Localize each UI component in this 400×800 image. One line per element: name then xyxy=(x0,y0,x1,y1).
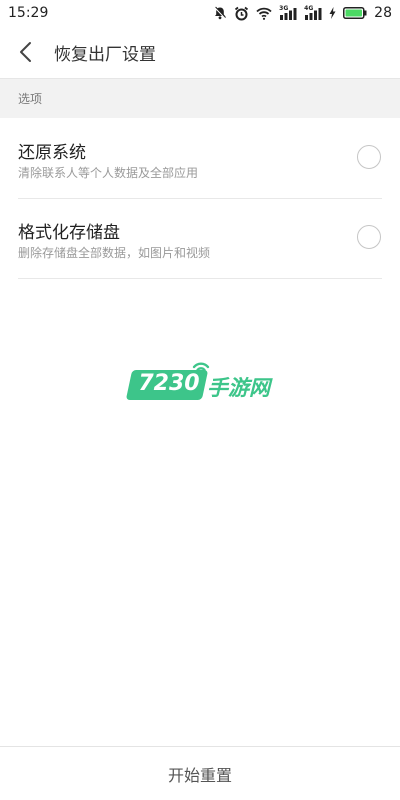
network-2-label: 4G xyxy=(304,5,314,12)
radio-format-storage[interactable] xyxy=(357,225,381,249)
option-subtitle: 删除存储盘全部数据，如图片和视频 xyxy=(18,246,211,260)
battery-icon xyxy=(343,7,367,19)
title-bar: 恢复出厂设置 xyxy=(0,26,400,78)
watermark-text: 手游网 xyxy=(207,376,270,400)
network-1-label: 3G xyxy=(279,5,289,12)
charging-icon xyxy=(329,7,336,19)
start-reset-button[interactable]: 开始重置 xyxy=(138,754,262,794)
option-title: 还原系统 xyxy=(18,143,86,163)
option-subtitle: 清除联系人等个人数据及全部应用 xyxy=(18,166,199,180)
bottom-bar: 开始重置 xyxy=(0,746,400,800)
alarm-icon xyxy=(235,6,249,20)
watermark-number: 7230 xyxy=(138,371,200,396)
divider xyxy=(18,278,382,279)
back-arrow-icon xyxy=(20,42,31,62)
section-label: 选项 xyxy=(18,92,43,106)
wifi-icon xyxy=(256,7,272,20)
signal-4g-icon: 4G xyxy=(304,5,322,20)
page-title: 恢复出厂设置 xyxy=(54,44,156,65)
signal-3g-icon: 3G xyxy=(279,5,297,20)
bell-off-icon xyxy=(214,6,227,20)
status-icons: 3G 4G 28 xyxy=(213,5,392,21)
radio-restore-system[interactable] xyxy=(357,145,381,169)
status-bar: 15:29 3G 4G 28 xyxy=(0,0,400,26)
section-header: 选项 xyxy=(0,78,400,118)
option-format-storage[interactable]: 格式化存储盘 删除存储盘全部数据，如图片和视频 xyxy=(0,198,400,278)
status-time: 15:29 xyxy=(8,5,49,21)
back-button[interactable] xyxy=(2,26,50,78)
option-restore-system[interactable]: 还原系统 清除联系人等个人数据及全部应用 xyxy=(0,118,400,198)
watermark-logo: 7230 手游网 xyxy=(125,362,279,402)
option-title: 格式化存储盘 xyxy=(18,223,120,243)
battery-level: 28 xyxy=(374,5,392,21)
